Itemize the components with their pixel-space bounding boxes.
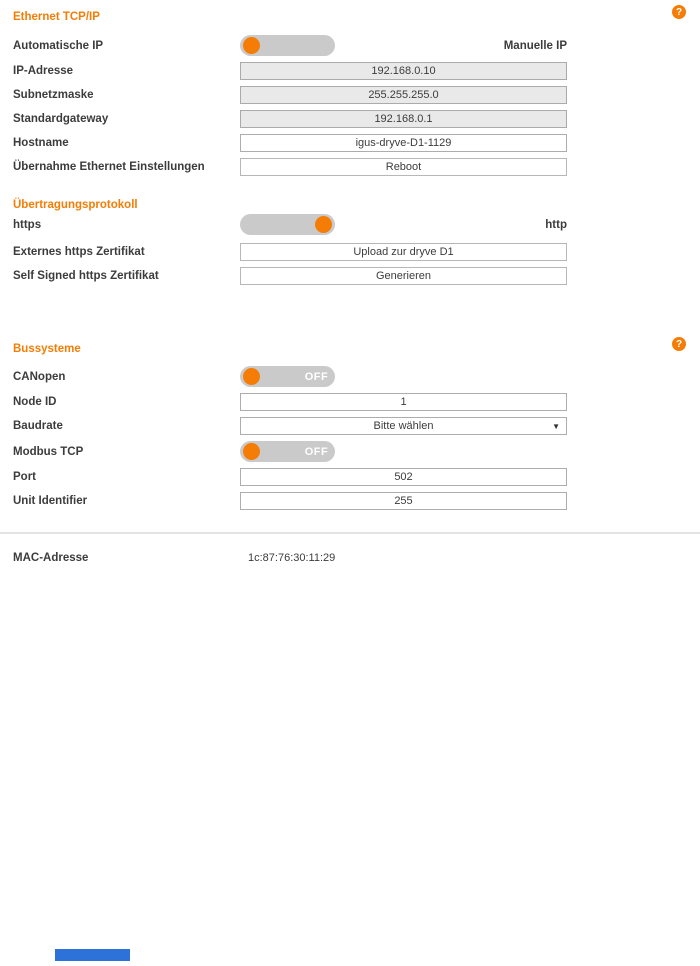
footer-blue-bar [55, 949, 130, 961]
row-hostname: Hostname [13, 134, 686, 152]
row-port: Port [13, 468, 686, 486]
row-modbus: Modbus TCP OFF [13, 441, 686, 462]
row-gateway: Standardgateway [13, 110, 686, 128]
external-cert-label: Externes https Zertifikat [13, 246, 145, 258]
apply-ethernet-label: Übernahme Ethernet Einstellungen [13, 161, 205, 173]
row-ip-address: IP-Adresse [13, 62, 686, 80]
row-self-signed-cert: Self Signed https Zertifikat Generieren [13, 267, 686, 285]
toggle-knob-icon [243, 368, 260, 385]
toggle-knob-icon [243, 37, 260, 54]
hostname-label: Hostname [13, 137, 69, 149]
port-label: Port [13, 471, 36, 483]
canopen-toggle[interactable]: OFF [240, 366, 335, 387]
canopen-label: CANopen [13, 370, 66, 383]
upload-cert-button[interactable]: Upload zur dryve D1 [240, 243, 567, 261]
modbus-state-label: OFF [304, 445, 329, 458]
https-http-toggle[interactable] [240, 214, 335, 235]
section-protocol-header: Übertragungsprotokoll [13, 197, 686, 212]
port-field[interactable] [240, 468, 567, 486]
node-id-field[interactable] [240, 393, 567, 411]
modbus-toggle[interactable]: OFF [240, 441, 335, 462]
automatic-ip-label: Automatische IP [13, 39, 104, 52]
unit-identifier-label: Unit Identifier [13, 495, 88, 507]
hostname-field[interactable] [240, 134, 567, 152]
ip-address-label: IP-Adresse [13, 65, 74, 77]
row-apply-ethernet: Übernahme Ethernet Einstellungen Reboot [13, 158, 686, 176]
row-canopen: CANopen OFF [13, 366, 686, 387]
section-title-ethernet: Ethernet TCP/IP [13, 11, 100, 23]
node-id-label: Node ID [13, 396, 57, 408]
baudrate-label: Baudrate [13, 420, 63, 432]
help-icon[interactable]: ? [672, 337, 686, 351]
baudrate-select[interactable]: Bitte wählen ▼ [240, 417, 567, 435]
section-ethernet-header: Ethernet TCP/IP ? [13, 5, 686, 24]
section-title-bus: Bussysteme [13, 343, 81, 355]
mac-address-label: MAC-Adresse [13, 552, 89, 564]
mac-address-value: 1c:87:76:30:11:29 [248, 552, 336, 564]
gateway-field [240, 110, 567, 128]
modbus-label: Modbus TCP [13, 445, 84, 458]
divider [0, 532, 700, 534]
help-icon[interactable]: ? [672, 5, 686, 19]
self-signed-cert-label: Self Signed https Zertifikat [13, 270, 159, 282]
ip-address-field [240, 62, 567, 80]
dropdown-arrow-icon: ▼ [552, 422, 560, 431]
row-external-cert: Externes https Zertifikat Upload zur dry… [13, 243, 686, 261]
baudrate-selected-value: Bitte wählen [373, 420, 434, 432]
toggle-knob-icon [315, 216, 332, 233]
gateway-label: Standardgateway [13, 113, 109, 125]
toggle-knob-icon [243, 443, 260, 460]
subnet-mask-field [240, 86, 567, 104]
row-node-id: Node ID [13, 393, 686, 411]
section-bus-header: Bussysteme ? [13, 337, 686, 356]
manual-ip-label: Manuelle IP [503, 39, 567, 52]
settings-page: Ethernet TCP/IP ? Automatische IP Manuel… [0, 0, 700, 565]
automatic-ip-toggle[interactable] [240, 35, 335, 56]
canopen-state-label: OFF [304, 370, 329, 383]
https-label: https [13, 218, 42, 231]
row-subnet-mask: Subnetzmaske [13, 86, 686, 104]
reboot-button[interactable]: Reboot [240, 158, 567, 176]
row-mac-address: MAC-Adresse 1c:87:76:30:11:29 [13, 551, 686, 565]
subnet-mask-label: Subnetzmaske [13, 89, 94, 101]
row-unit-identifier: Unit Identifier [13, 492, 686, 510]
row-baudrate: Baudrate Bitte wählen ▼ [13, 417, 686, 435]
unit-identifier-field[interactable] [240, 492, 567, 510]
row-automatic-ip: Automatische IP Manuelle IP [13, 35, 686, 56]
generate-cert-button[interactable]: Generieren [240, 267, 567, 285]
section-title-protocol: Übertragungsprotokoll [13, 199, 138, 211]
http-label: http [545, 218, 567, 231]
row-https-toggle: https http [13, 214, 686, 235]
